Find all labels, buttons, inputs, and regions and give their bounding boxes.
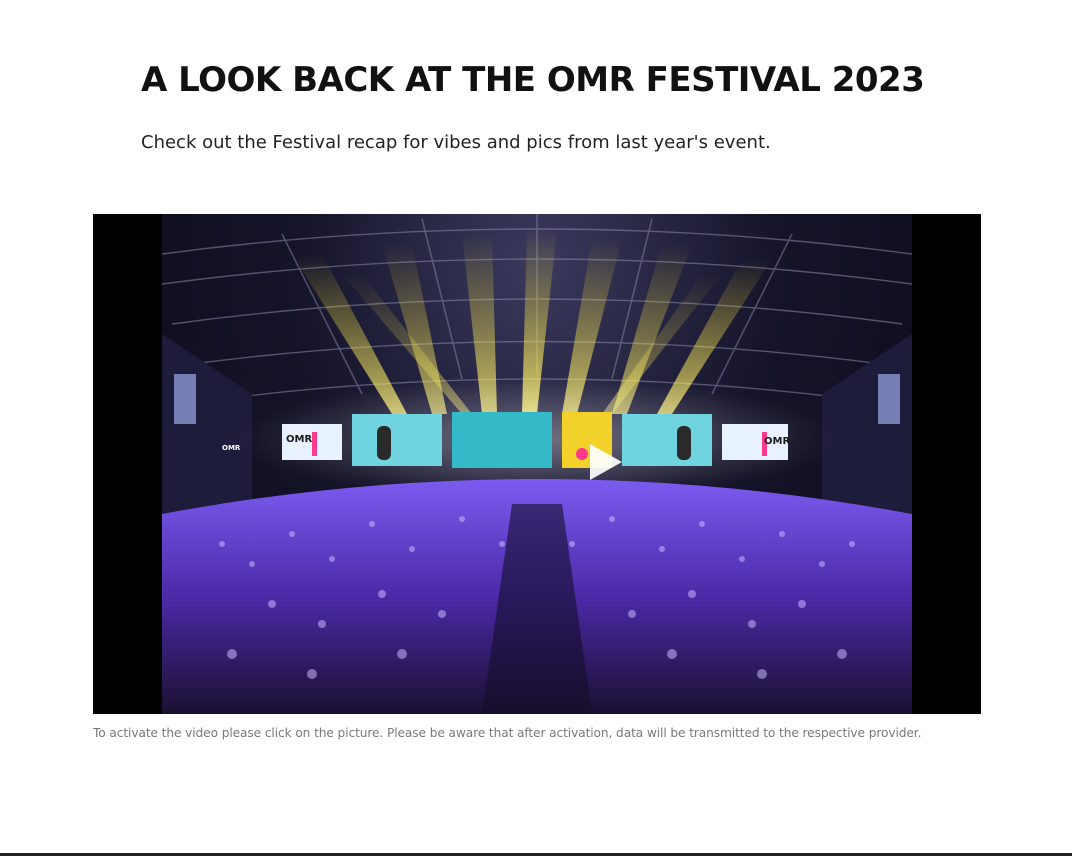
video-thumbnail[interactable]: OMR OMR OMR: [93, 214, 981, 714]
bottom-divider: [0, 853, 1072, 856]
festival-stage-image[interactable]: OMR OMR OMR: [162, 214, 912, 714]
play-icon: [590, 444, 622, 480]
section-title: A LOOK BACK AT THE OMR FESTIVAL 2023: [141, 60, 925, 100]
section-subtitle: Check out the Festival recap for vibes a…: [141, 132, 771, 153]
festival-recap-section: A LOOK BACK AT THE OMR FESTIVAL 2023 Che…: [0, 0, 1072, 857]
screen-logo-right: OMR: [764, 436, 790, 447]
play-button[interactable]: [588, 442, 628, 482]
video-activation-notice: To activate the video please click on th…: [93, 726, 922, 740]
side-logo: OMR: [222, 444, 241, 452]
stage-illustration: OMR OMR OMR: [162, 214, 912, 714]
screen-logo-left: OMR: [286, 434, 312, 445]
